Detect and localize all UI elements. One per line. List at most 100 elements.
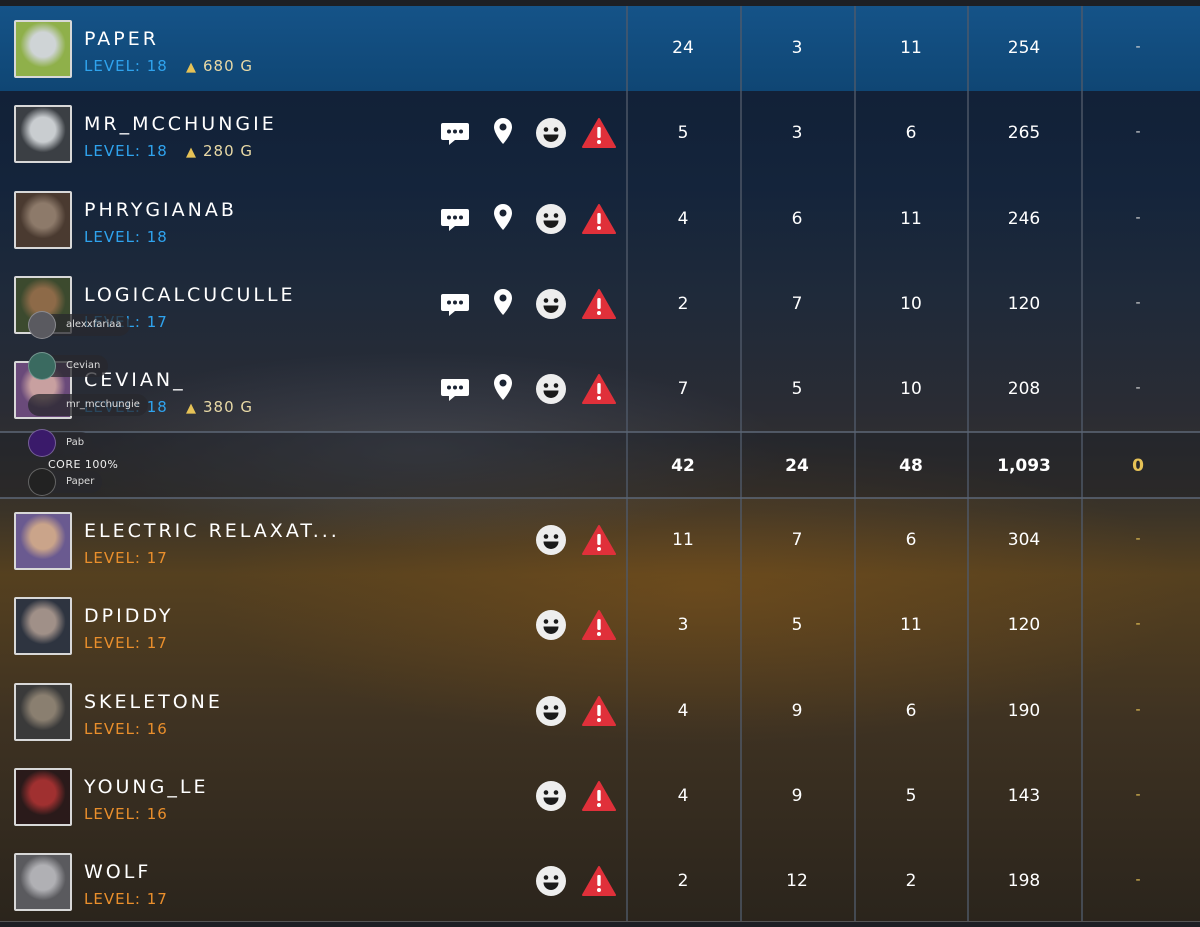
voice-user-name: Cevian	[66, 360, 101, 371]
player-row[interactable]: WOLF LEVEL: 17 2 12 2 198 -	[0, 839, 1200, 924]
player-avatar	[14, 597, 72, 655]
player-name: MR_MCCHUNGIE	[84, 113, 277, 135]
stat-kills: 4	[677, 786, 689, 806]
player-row[interactable]: MR_MCCHUNGIE LEVEL: 18 ▲ 280 G 5 3 6 265 -	[0, 91, 1200, 176]
voice-user-name: Pab	[66, 437, 85, 448]
report-icon[interactable]	[582, 288, 616, 320]
report-icon[interactable]	[582, 780, 616, 812]
player-row[interactable]: YOUNG_LE LEVEL: 16 4 9 5 143 -	[0, 754, 1200, 839]
ping-icon[interactable]	[488, 372, 518, 402]
player-level: LEVEL: 17	[84, 634, 168, 652]
core-label: CORE 100%	[48, 458, 119, 471]
team1-total-assists: 48	[899, 456, 923, 476]
emote-icon[interactable]	[535, 609, 567, 641]
ping-icon[interactable]	[488, 202, 518, 232]
player-gold-amount: 280 G	[203, 142, 254, 160]
team1-total-deaths: 24	[785, 456, 809, 476]
column-divider	[854, 6, 856, 921]
emote-icon[interactable]	[535, 524, 567, 556]
stat-extra: -	[1135, 210, 1141, 226]
gold-bag-icon: ▲	[186, 401, 197, 416]
stat-score: 190	[1007, 701, 1041, 721]
stat-score: 265	[1007, 123, 1041, 143]
stat-score: 304	[1007, 530, 1041, 550]
stat-assists: 6	[905, 530, 917, 550]
stat-assists: 11	[900, 615, 922, 635]
player-name: SKELETONE	[84, 691, 223, 713]
stat-score: 143	[1007, 786, 1041, 806]
player-gold: ▲ 680 G	[186, 57, 253, 75]
stat-assists: 10	[900, 294, 922, 314]
stat-assists: 11	[900, 38, 922, 58]
stat-score: 198	[1007, 871, 1041, 891]
report-icon[interactable]	[582, 524, 616, 556]
voice-user-chip: mr_mcchungie	[28, 394, 148, 416]
stat-extra: -	[1135, 787, 1141, 803]
team1-summary-row: 42 24 48 1,093 0	[0, 432, 1200, 498]
stat-assists: 11	[900, 209, 922, 229]
stat-kills: 2	[677, 294, 689, 314]
emote-icon[interactable]	[535, 373, 567, 405]
stat-extra: -	[1135, 39, 1141, 55]
player-gold: ▲ 380 G	[186, 398, 253, 416]
stat-extra: -	[1135, 380, 1141, 396]
player-level: LEVEL: 16	[84, 720, 168, 738]
chat-icon[interactable]	[440, 118, 470, 148]
emote-icon[interactable]	[535, 203, 567, 235]
player-row[interactable]: DPIDDY LEVEL: 17 3 5 11 120 -	[0, 583, 1200, 668]
ping-icon[interactable]	[488, 287, 518, 317]
player-row[interactable]: PAPER LEVEL: 18 ▲ 680 G 24 3 11 254 -	[0, 6, 1200, 91]
stat-extra: -	[1135, 124, 1141, 140]
player-row[interactable]: LOGICALCUCULLELEVEL: 172710120-	[0, 262, 1200, 347]
report-icon[interactable]	[582, 373, 616, 405]
player-avatar	[14, 683, 72, 741]
stat-deaths: 3	[791, 123, 803, 143]
player-name: PHRYGIANAB	[84, 199, 237, 221]
player-avatar	[14, 191, 72, 249]
player-row[interactable]: SKELETONE LEVEL: 16 4 9 6 190 -	[0, 669, 1200, 754]
stat-score: 120	[1007, 615, 1041, 635]
stat-score: 208	[1007, 379, 1041, 399]
report-icon[interactable]	[582, 695, 616, 727]
emote-icon[interactable]	[535, 117, 567, 149]
player-row[interactable]: ELECTRIC RELAXAT... LEVEL: 17 11 7 6 304 -	[0, 498, 1200, 583]
player-avatar	[14, 512, 72, 570]
team1-total-extra: 0	[1132, 456, 1144, 476]
emote-icon[interactable]	[535, 780, 567, 812]
team-divider	[0, 431, 1200, 433]
column-divider	[740, 6, 742, 921]
chat-icon[interactable]	[440, 289, 470, 319]
team-divider	[0, 497, 1200, 499]
emote-icon[interactable]	[535, 695, 567, 727]
voice-user-name: alexxfariaa	[66, 319, 122, 330]
chat-icon[interactable]	[440, 204, 470, 234]
stat-assists: 5	[905, 786, 917, 806]
stat-kills: 24	[672, 38, 694, 58]
report-icon[interactable]	[582, 609, 616, 641]
stat-deaths: 9	[791, 786, 803, 806]
stat-assists: 10	[900, 379, 922, 399]
voice-user-avatar	[28, 468, 56, 496]
player-name: YOUNG_LE	[84, 776, 209, 798]
report-icon[interactable]	[582, 865, 616, 897]
stat-assists: 6	[905, 701, 917, 721]
stat-deaths: 5	[791, 379, 803, 399]
stat-assists: 2	[905, 871, 917, 891]
report-icon[interactable]	[582, 203, 616, 235]
stat-kills: 4	[677, 209, 689, 229]
emote-icon[interactable]	[535, 865, 567, 897]
column-divider	[626, 6, 628, 921]
stat-deaths: 3	[791, 38, 803, 58]
gold-bag-icon: ▲	[186, 145, 197, 160]
gold-bag-icon: ▲	[186, 60, 197, 75]
emote-icon[interactable]	[535, 288, 567, 320]
player-row[interactable]: PHRYGIANAB LEVEL: 18 4 6 11 246 -	[0, 177, 1200, 262]
chat-icon[interactable]	[440, 374, 470, 404]
stat-kills: 2	[677, 871, 689, 891]
report-icon[interactable]	[582, 117, 616, 149]
bottom-border	[0, 921, 1200, 927]
stat-deaths: 12	[786, 871, 808, 891]
player-row[interactable]: CEVIAN_LEVEL: 18▲380 G7510208-	[0, 347, 1200, 432]
stat-score: 120	[1007, 294, 1041, 314]
ping-icon[interactable]	[488, 116, 518, 146]
